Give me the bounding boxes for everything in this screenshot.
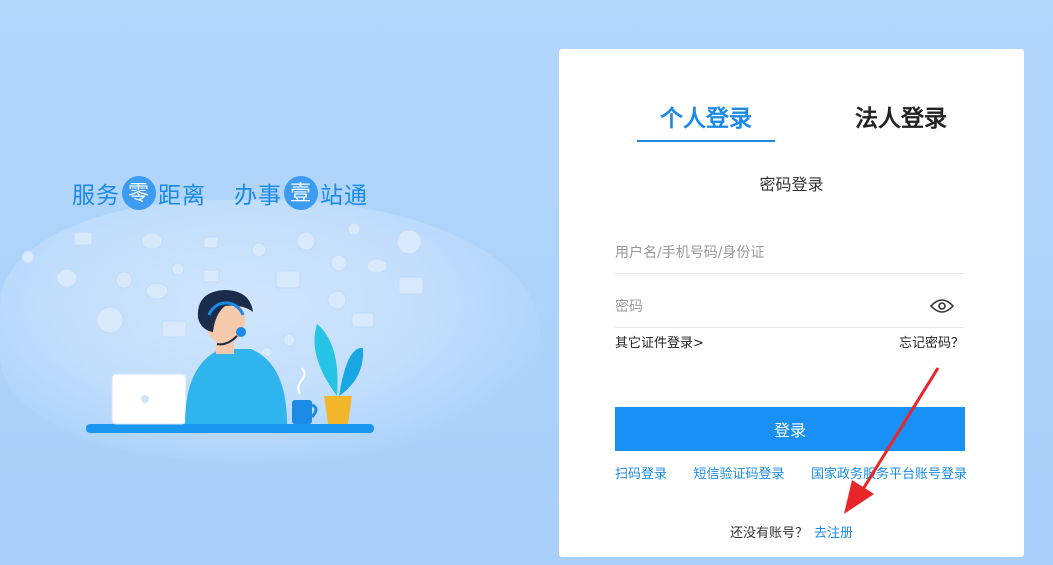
help-icon	[251, 242, 267, 258]
person-body	[185, 349, 287, 424]
other-certificate-login-link[interactable]: 其它证件登录>	[615, 332, 704, 351]
register-prompt: 还没有账号？	[729, 526, 808, 541]
chat-icon-2	[366, 258, 388, 274]
dot-icon	[282, 333, 296, 347]
national-platform-login-link[interactable]: 国家政务服务平台账号登录	[811, 463, 967, 482]
comment-icon	[275, 270, 301, 289]
forgot-password-link[interactable]: 忘记密码？	[899, 332, 964, 351]
video-icon	[161, 320, 187, 338]
dots-bubble-icon	[327, 290, 347, 310]
tab-personal-login[interactable]: 个人登录	[637, 99, 775, 133]
chat-icon	[73, 231, 93, 246]
mail-icon	[202, 269, 220, 283]
chat-bubble-icon-2	[56, 268, 78, 288]
register-link[interactable]: 去注册	[814, 526, 853, 541]
login-button[interactable]: 登录	[615, 407, 965, 451]
avatar-icon	[296, 231, 316, 251]
phone-icon	[330, 254, 348, 272]
message-icon-2	[351, 312, 375, 328]
tab-corporate-login[interactable]: 法人登录	[827, 99, 975, 133]
hero-illustration: 服务 零 距离 办事 壹 站通	[0, 0, 540, 565]
alternative-login-links: 扫码登录 短信验证码登录 国家政务服务平台账号登录	[615, 463, 967, 482]
sms-code-login-link[interactable]: 短信验证码登录	[693, 463, 784, 482]
chat-icon-3	[398, 276, 424, 295]
plant-pot	[324, 396, 352, 424]
username-input[interactable]	[615, 233, 964, 274]
message-icon	[203, 236, 219, 249]
chat-bubble-icon	[141, 232, 163, 250]
register-row: 还没有账号？ 去注册	[559, 522, 1024, 541]
login-method-title: 密码登录	[759, 175, 824, 194]
customer-service-illustration	[21, 222, 424, 433]
phone-call-icon	[96, 306, 124, 334]
password-input[interactable]	[615, 287, 964, 328]
user-icon	[347, 222, 361, 236]
person-icon	[171, 262, 185, 276]
qr-code-login-link[interactable]: 扫码登录	[615, 463, 667, 482]
login-tabs: 个人登录 法人登录	[559, 49, 1024, 149]
desk	[86, 424, 374, 433]
contact-icon	[115, 271, 133, 289]
user-small-icon	[21, 250, 35, 264]
plant-leaf-2	[339, 347, 364, 396]
show-password-eye-icon[interactable]	[930, 298, 954, 314]
active-tab-indicator	[637, 140, 775, 142]
coffee-cup-icon	[292, 400, 312, 424]
bubble-icon	[145, 282, 169, 300]
login-card: 个人登录 法人登录 密码登录 其它证件登录> 忘记密码？ 登录 扫码登录 短信验…	[559, 49, 1024, 557]
profile-icon	[396, 229, 422, 255]
heart-icon	[259, 347, 275, 357]
plant-leaf-1	[314, 324, 338, 396]
